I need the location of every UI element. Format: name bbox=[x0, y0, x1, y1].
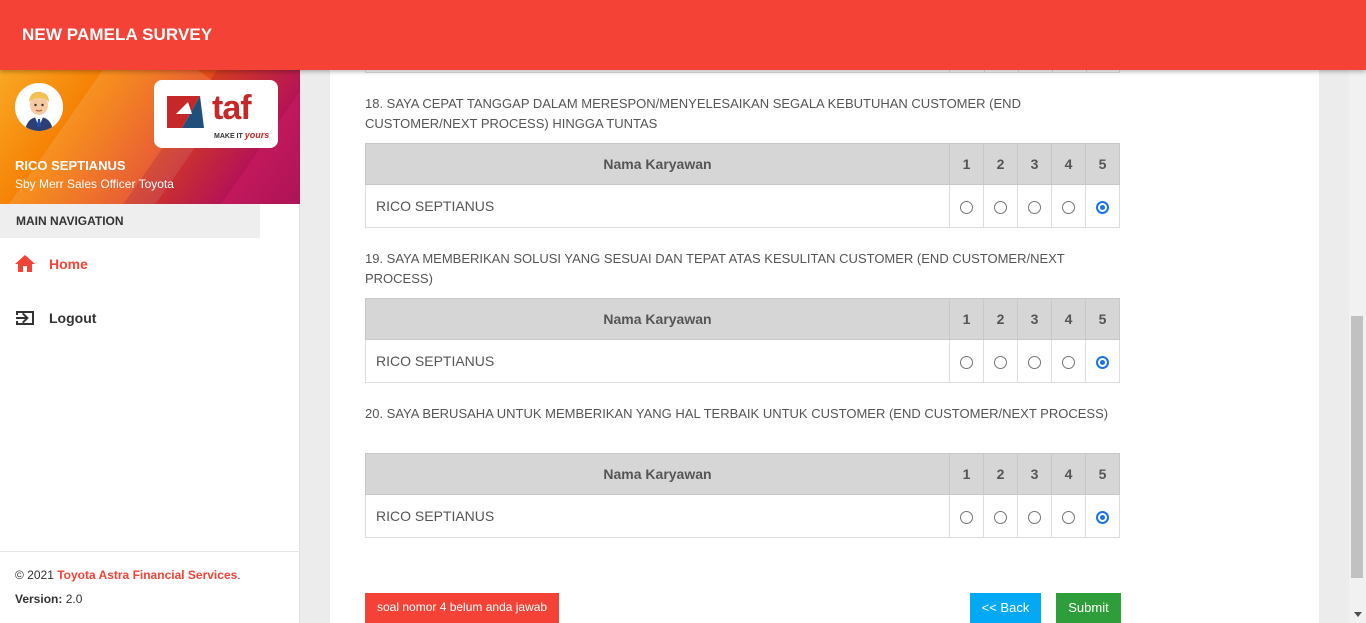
nav-header: MAIN NAVIGATION bbox=[0, 204, 260, 238]
logo-tagline: MAKE IT yours bbox=[214, 130, 270, 140]
submit-button[interactable]: Submit bbox=[1056, 593, 1121, 623]
column-header-score: 3 bbox=[1017, 453, 1052, 495]
score-radio-5[interactable] bbox=[1096, 355, 1109, 369]
scroll-down-arrow-icon[interactable] bbox=[1349, 606, 1366, 623]
column-header-name: Nama Karyawan bbox=[365, 298, 950, 340]
table-header-row: Nama Karyawan 1 2 3 4 5 bbox=[365, 453, 1120, 495]
question-text: 19. SAYA MEMBERIKAN SOLUSI YANG SESUAI D… bbox=[365, 251, 1065, 286]
score-cell bbox=[1051, 184, 1086, 228]
rating-table: Nama Karyawan 1 2 3 4 5 RICO SEPTIANUS bbox=[365, 298, 1120, 383]
column-header-score: 3 bbox=[1017, 143, 1052, 185]
score-radio-2[interactable] bbox=[994, 355, 1007, 369]
table-row: RICO SEPTIANUS bbox=[365, 494, 1120, 538]
page-scrollbar[interactable] bbox=[1349, 70, 1366, 623]
score-cell bbox=[1017, 184, 1052, 228]
score-cell bbox=[1085, 339, 1120, 383]
score-radio-3[interactable] bbox=[1028, 510, 1041, 524]
column-header-score: 2 bbox=[983, 298, 1018, 340]
version: Version: 2.0 bbox=[15, 592, 83, 606]
score-radio-5[interactable] bbox=[1096, 200, 1109, 214]
column-header-score: 3 bbox=[1017, 298, 1052, 340]
copyright: © 2021 Toyota Astra Financial Services. bbox=[15, 568, 241, 582]
sidebar-item-label: Logout bbox=[49, 310, 97, 326]
scrollbar-thumb[interactable] bbox=[1351, 316, 1363, 578]
column-header-score: 4 bbox=[1051, 453, 1086, 495]
logo-text: taf bbox=[212, 89, 252, 127]
rating-table: Nama Karyawan 1 2 3 4 5 RICO SEPTIANUS bbox=[365, 453, 1120, 538]
score-radio-3[interactable] bbox=[1028, 200, 1041, 214]
score-cell bbox=[1085, 494, 1120, 538]
score-cell bbox=[983, 184, 1018, 228]
score-cell bbox=[1085, 184, 1120, 228]
avatar bbox=[15, 83, 63, 131]
column-header-score: 5 bbox=[1085, 298, 1120, 340]
sidebar-item-logout[interactable]: Logout bbox=[0, 298, 300, 338]
column-header-score: 4 bbox=[1051, 143, 1086, 185]
rating-table: Nama Karyawan 1 2 3 4 5 RICO SEPTIANUS bbox=[365, 143, 1120, 228]
score-cell bbox=[983, 339, 1018, 383]
table-row: RICO SEPTIANUS bbox=[365, 339, 1120, 383]
unanswered-warning-button[interactable]: soal nomor 4 belum anda jawab bbox=[365, 593, 560, 623]
table-header-row: Nama Karyawan 1 2 3 4 5 bbox=[365, 143, 1120, 185]
table-row: RICO SEPTIANUS bbox=[365, 184, 1120, 228]
employee-name: RICO SEPTIANUS bbox=[365, 494, 950, 538]
score-radio-5[interactable] bbox=[1096, 510, 1109, 524]
score-cell bbox=[983, 494, 1018, 538]
question-text: 18. SAYA CEPAT TANGGAP DALAM MERESPON/ME… bbox=[365, 96, 1021, 131]
sidebar: taf MAKE IT yours RICO SEPTIANUS Sby Mer… bbox=[0, 70, 300, 623]
score-cell bbox=[949, 184, 984, 228]
column-header-name: Nama Karyawan bbox=[365, 453, 950, 495]
employee-name: RICO SEPTIANUS bbox=[365, 339, 950, 383]
score-cell bbox=[1051, 339, 1086, 383]
score-radio-1[interactable] bbox=[960, 200, 973, 214]
score-cell bbox=[1017, 494, 1052, 538]
column-header-score: 5 bbox=[1085, 453, 1120, 495]
column-header-name: Nama Karyawan bbox=[365, 143, 950, 185]
back-button[interactable]: << Back bbox=[970, 593, 1041, 623]
score-radio-4[interactable] bbox=[1062, 355, 1075, 369]
sidebar-item-home[interactable]: Home bbox=[0, 244, 300, 284]
score-cell bbox=[1017, 339, 1052, 383]
top-app-bar: NEW PAMELA SURVEY bbox=[0, 0, 1366, 70]
home-icon bbox=[13, 252, 37, 276]
column-header-score: 1 bbox=[949, 298, 984, 340]
score-cell bbox=[949, 339, 984, 383]
column-header-score: 4 bbox=[1051, 298, 1086, 340]
company-link[interactable]: Toyota Astra Financial Services bbox=[57, 568, 237, 582]
score-radio-4[interactable] bbox=[1062, 510, 1075, 524]
score-cell bbox=[949, 494, 984, 538]
user-card: taf MAKE IT yours RICO SEPTIANUS Sby Mer… bbox=[0, 70, 300, 204]
column-header-score: 1 bbox=[949, 143, 984, 185]
column-header-score: 2 bbox=[983, 143, 1018, 185]
column-header-score: 5 bbox=[1085, 143, 1120, 185]
score-cell bbox=[1051, 494, 1086, 538]
column-header-score: 1 bbox=[949, 453, 984, 495]
column-header-score: 2 bbox=[983, 453, 1018, 495]
score-radio-1[interactable] bbox=[960, 355, 973, 369]
user-role: Sby Merr Sales Officer Toyota bbox=[15, 177, 174, 191]
employee-name: RICO SEPTIANUS bbox=[365, 184, 950, 228]
user-name: RICO SEPTIANUS bbox=[15, 158, 126, 173]
score-radio-4[interactable] bbox=[1062, 200, 1075, 214]
logout-icon bbox=[13, 306, 37, 330]
sidebar-footer: © 2021 Toyota Astra Financial Services. … bbox=[0, 551, 300, 606]
score-radio-2[interactable] bbox=[994, 200, 1007, 214]
taf-logo: taf MAKE IT yours bbox=[154, 80, 278, 148]
app-title: NEW PAMELA SURVEY bbox=[22, 25, 213, 44]
sidebar-item-label: Home bbox=[49, 256, 88, 272]
score-radio-3[interactable] bbox=[1028, 355, 1041, 369]
score-radio-1[interactable] bbox=[960, 510, 973, 524]
question-text: 20. SAYA BERUSAHA UNTUK MEMBERIKAN YANG … bbox=[365, 406, 1109, 421]
survey-content: 18. SAYA CEPAT TANGGAP DALAM MERESPON/ME… bbox=[330, 0, 1319, 623]
score-radio-2[interactable] bbox=[994, 510, 1007, 524]
table-header-row: Nama Karyawan 1 2 3 4 5 bbox=[365, 298, 1120, 340]
